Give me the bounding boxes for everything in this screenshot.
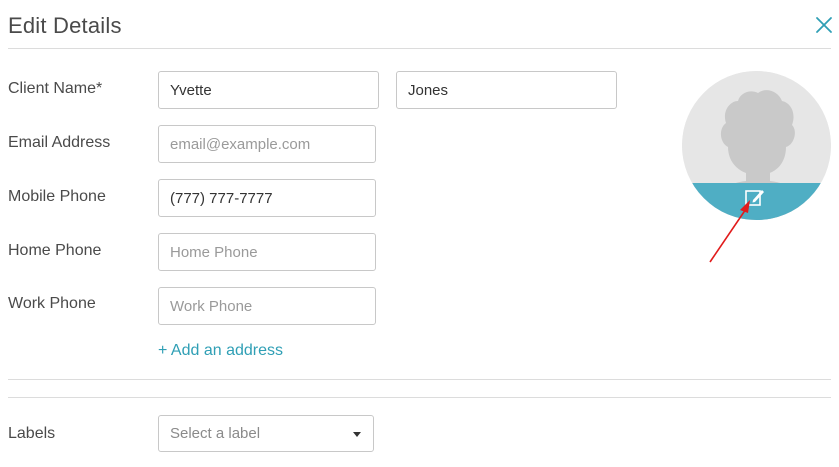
label-select[interactable]: Select a label [158, 415, 374, 452]
header-divider [8, 48, 831, 49]
mobile-phone-input[interactable] [158, 179, 376, 217]
dialog-title: Edit Details [8, 13, 122, 38]
first-name-input[interactable] [158, 71, 379, 109]
close-icon[interactable] [812, 13, 836, 37]
section-divider-bottom [8, 397, 831, 398]
last-name-input[interactable] [396, 71, 617, 109]
chevron-down-icon [353, 432, 361, 437]
labels-label: Labels [8, 425, 56, 442]
section-divider-top [8, 379, 831, 380]
mobile-phone-label: Mobile Phone [8, 188, 106, 205]
work-phone-input[interactable] [158, 287, 376, 325]
client-name-label: Client Name* [8, 80, 103, 97]
add-address-link[interactable]: + Add an address [158, 342, 283, 360]
home-phone-label: Home Phone [8, 242, 102, 259]
label-select-placeholder: Select a label [170, 425, 261, 442]
email-label: Email Address [8, 134, 111, 151]
home-phone-input[interactable] [158, 233, 376, 271]
email-input[interactable] [158, 125, 376, 163]
work-phone-label: Work Phone [8, 295, 96, 312]
edit-pencil-icon[interactable] [743, 186, 767, 210]
